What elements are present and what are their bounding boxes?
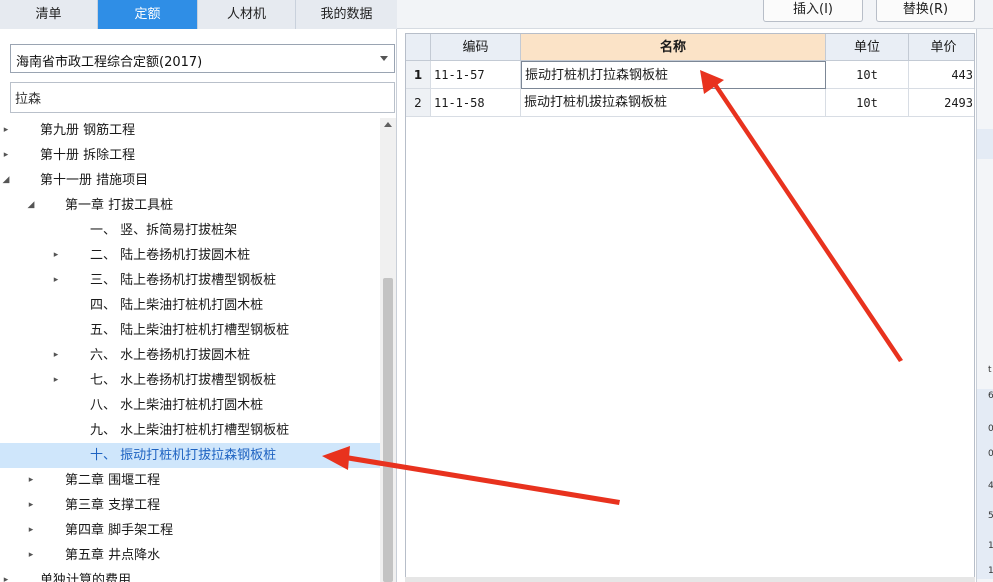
tree-item[interactable]: 四、 陆上柴油打桩机打圆木桩 xyxy=(0,293,380,318)
replace-button[interactable]: 替换(R) xyxy=(876,0,975,22)
search-input[interactable] xyxy=(10,82,395,113)
tree-scrollbar[interactable] xyxy=(380,118,396,582)
tree-item[interactable]: ▸ 第十册 拆除工程 xyxy=(0,143,380,168)
side-mark: 1 xyxy=(988,566,993,576)
quota-table: 编码 名称 单位 单价 1 11-1-57 振动打桩机打拉森钢板桩 10t 44… xyxy=(405,33,975,582)
tree-item[interactable]: ▸ 第九册 钢筋工程 xyxy=(0,118,380,143)
expand-caret-icon[interactable]: ▸ xyxy=(50,343,62,368)
tab-labor-material-machine[interactable]: 人材机 xyxy=(198,0,296,29)
tree-item-label: 十、 振动打桩机打拔拉森钢板桩 xyxy=(90,448,277,463)
tree-item[interactable]: ▸ 七、 水上卷扬机打拔槽型钢板桩 xyxy=(0,368,380,393)
tree-item-label: 八、 水上柴油打桩机打圆木桩 xyxy=(90,398,264,413)
cell-code[interactable]: 11-1-58 xyxy=(431,89,521,117)
tree-item-label: 第一章 打拔工具桩 xyxy=(65,198,174,213)
expand-caret-icon[interactable]: ▸ xyxy=(25,543,37,568)
scrollbar-thumb[interactable] xyxy=(383,278,393,582)
cell-price[interactable]: 443 xyxy=(909,61,974,89)
tree-item[interactable]: 十、 振动打桩机打拔拉森钢板桩 xyxy=(0,443,380,468)
cell-name[interactable]: 振动打桩机拔拉森钢板桩 xyxy=(521,89,826,117)
tree-item-label: 三、 陆上卷扬机打拔槽型钢板桩 xyxy=(90,273,277,288)
side-mark: 0 xyxy=(988,449,993,459)
tree-item[interactable]: ▸ 三、 陆上卷扬机打拔槽型钢板桩 xyxy=(0,268,380,293)
tree-item[interactable]: ◢ 第一章 打拔工具桩 xyxy=(0,193,380,218)
tree-item-label: 第四章 脚手架工程 xyxy=(65,523,174,538)
scroll-up-icon[interactable] xyxy=(384,122,392,127)
tree-item-label: 二、 陆上卷扬机打拔圆木桩 xyxy=(90,248,251,263)
collapse-caret-icon[interactable]: ◢ xyxy=(25,193,37,218)
tree-item[interactable]: ▸ 第二章 围堰工程 xyxy=(0,468,380,493)
toolbar: 插入(I) 替换(R) xyxy=(397,0,993,29)
tree-item-label: 第五章 井点降水 xyxy=(65,548,161,563)
row-number[interactable]: 2 xyxy=(406,89,431,117)
tree-item-label: 第二章 围堰工程 xyxy=(65,473,161,488)
quota-tree: ▸ 第九册 钢筋工程 ▸ 第十册 拆除工程 ◢ 第十一册 措施项目 ◢ 第一章 打拔工具桩 一、… xyxy=(0,118,380,582)
expand-caret-icon[interactable]: ▸ xyxy=(0,568,12,582)
tab-quota[interactable]: 定额 xyxy=(98,0,198,29)
side-mark: 0 xyxy=(988,424,993,434)
expand-caret-icon[interactable]: ▸ xyxy=(0,118,12,143)
chevron-down-icon[interactable] xyxy=(380,56,388,61)
quota-library-value: 海南省市政工程综合定额(2017) xyxy=(16,55,203,70)
tree-item-label: 第十一册 措施项目 xyxy=(40,173,149,188)
tree-item[interactable]: 五、 陆上柴油打桩机打槽型钢板桩 xyxy=(0,318,380,343)
tree-item[interactable]: ◢ 第十一册 措施项目 xyxy=(0,168,380,193)
tree-item-label: 一、 竖、拆简易打拔桩架 xyxy=(90,223,238,238)
tree-item[interactable]: ▸ 第四章 脚手架工程 xyxy=(0,518,380,543)
tree-item-label: 单独计算的费用 xyxy=(40,573,132,582)
tab-my-data[interactable]: 我的数据 xyxy=(296,0,397,29)
tree-item[interactable]: ▸ 单独计算的费用 xyxy=(0,568,380,582)
cell-unit[interactable]: 10t xyxy=(826,61,909,89)
cell-code[interactable]: 11-1-57 xyxy=(431,61,521,89)
tree-item-label: 九、 水上柴油打桩机打槽型钢板桩 xyxy=(90,423,290,438)
column-header-unit[interactable]: 单位 xyxy=(826,34,909,61)
row-number[interactable]: 1 xyxy=(406,61,431,89)
expand-caret-icon[interactable]: ▸ xyxy=(0,143,12,168)
expand-caret-icon[interactable]: ▸ xyxy=(50,368,62,393)
tree-item-label: 第九册 钢筋工程 xyxy=(40,123,136,138)
side-mark: 6 xyxy=(988,391,993,401)
category-tabs: 清单 定额 人材机 我的数据 xyxy=(0,0,397,29)
cell-name[interactable]: 振动打桩机打拉森钢板桩 xyxy=(521,61,826,89)
tree-item-label: 五、 陆上柴油打桩机打槽型钢板桩 xyxy=(90,323,290,338)
tree-item-label: 第十册 拆除工程 xyxy=(40,148,136,163)
side-mark: 4 xyxy=(988,481,993,491)
tree-item[interactable]: ▸ 二、 陆上卷扬机打拔圆木桩 xyxy=(0,243,380,268)
tree-item[interactable]: 八、 水上柴油打桩机打圆木桩 xyxy=(0,393,380,418)
side-mark: 5 xyxy=(988,511,993,521)
cell-price[interactable]: 2493 xyxy=(909,89,974,117)
column-header-price[interactable]: 单价 xyxy=(909,34,974,61)
column-header-code[interactable]: 编码 xyxy=(431,34,521,61)
tree-item[interactable]: ▸ 第三章 支撑工程 xyxy=(0,493,380,518)
table-horizontal-scrollbar[interactable] xyxy=(405,577,975,582)
tree-item-label: 七、 水上卷扬机打拔槽型钢板桩 xyxy=(90,373,277,388)
tree-item-label: 四、 陆上柴油打桩机打圆木桩 xyxy=(90,298,264,313)
tree-item[interactable]: 九、 水上柴油打桩机打槽型钢板桩 xyxy=(0,418,380,443)
tree-item[interactable]: ▸ 六、 水上卷扬机打拔圆木桩 xyxy=(0,343,380,368)
tree-item-label: 第三章 支撑工程 xyxy=(65,498,161,513)
expand-caret-icon[interactable]: ▸ xyxy=(25,493,37,518)
tree-item[interactable]: 一、 竖、拆简易打拔桩架 xyxy=(0,218,380,243)
quota-library-select[interactable]: 海南省市政工程综合定额(2017) xyxy=(10,44,395,73)
insert-button[interactable]: 插入(I) xyxy=(763,0,863,22)
side-mark: 1 xyxy=(988,541,993,551)
cell-unit[interactable]: 10t xyxy=(826,89,909,117)
side-mark: t xyxy=(988,365,992,375)
tree-item[interactable]: ▸ 第五章 井点降水 xyxy=(0,543,380,568)
expand-caret-icon[interactable]: ▸ xyxy=(50,243,62,268)
column-header-name[interactable]: 名称 xyxy=(521,34,826,61)
side-band xyxy=(977,129,993,159)
expand-caret-icon[interactable]: ▸ xyxy=(50,268,62,293)
expand-caret-icon[interactable]: ▸ xyxy=(25,518,37,543)
collapse-caret-icon[interactable]: ◢ xyxy=(0,168,12,193)
tab-bill[interactable]: 清单 xyxy=(0,0,98,29)
side-panel-edge: t 6 0 0 4 5 1 1 xyxy=(976,29,993,582)
row-number-header xyxy=(406,34,431,61)
quota-browser-panel: 海南省市政工程综合定额(2017) ▸第九册 钢筋工程▸第十册 拆除工程◢第十一… xyxy=(0,29,397,582)
expand-caret-icon[interactable]: ▸ xyxy=(25,468,37,493)
tree-item-label: 六、 水上卷扬机打拔圆木桩 xyxy=(90,348,251,363)
